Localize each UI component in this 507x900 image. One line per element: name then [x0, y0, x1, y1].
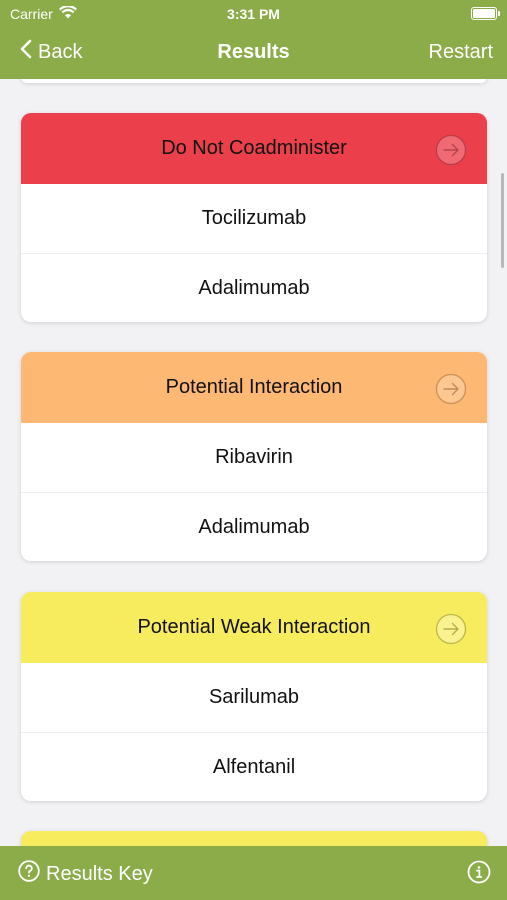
list-item[interactable]: Ribavirin — [21, 423, 487, 492]
battery-icon — [471, 7, 500, 20]
result-header-label: Potential Interaction — [165, 376, 343, 398]
status-time: 3:31 PM — [227, 6, 280, 22]
result-header[interactable]: Do Not Coadminister — [21, 113, 487, 184]
previous-result-card — [21, 79, 487, 83]
info-button[interactable] — [467, 860, 491, 889]
result-card-potential-weak-interaction: Potential Weak Interaction Sarilumab Alf… — [21, 592, 487, 801]
status-bar: Carrier 3:31 PM — [0, 0, 507, 28]
result-header[interactable]: Potential Weak Interaction — [21, 592, 487, 663]
scrollbar[interactable] — [501, 173, 504, 268]
bottom-bar: Results Key — [0, 846, 507, 900]
list-item[interactable]: Adalimumab — [21, 253, 487, 322]
results-key-label: Results Key — [46, 862, 153, 885]
top-bar: Carrier 3:31 PM Back Results Restart — [0, 0, 507, 79]
result-card-potential-interaction: Potential Interaction Ribavirin Adalimum… — [21, 352, 487, 561]
list-item[interactable]: Adalimumab — [21, 492, 487, 561]
info-circle-icon — [467, 860, 491, 888]
results-list[interactable]: Do Not Coadminister Tocilizumab Adalimum… — [0, 79, 507, 846]
results-key-button[interactable]: Results Key — [18, 860, 153, 888]
result-header[interactable]: Potential Interaction — [21, 352, 487, 423]
arrow-right-circle-icon[interactable] — [435, 613, 467, 645]
arrow-right-circle-icon[interactable] — [435, 134, 467, 166]
result-card-do-not-coadminister: Do Not Coadminister Tocilizumab Adalimum… — [21, 113, 487, 322]
list-item[interactable]: Sarilumab — [21, 663, 487, 732]
next-result-card — [21, 831, 487, 846]
result-header-label: Do Not Coadminister — [161, 137, 347, 159]
restart-button[interactable]: Restart — [429, 41, 493, 64]
result-header-label: Potential Weak Interaction — [137, 616, 371, 638]
list-item[interactable]: Tocilizumab — [21, 184, 487, 253]
list-item[interactable]: Alfentanil — [21, 732, 487, 801]
navigation-bar: Back Results Restart — [0, 33, 507, 73]
arrow-right-circle-icon[interactable] — [435, 373, 467, 405]
question-circle-icon — [18, 860, 40, 888]
